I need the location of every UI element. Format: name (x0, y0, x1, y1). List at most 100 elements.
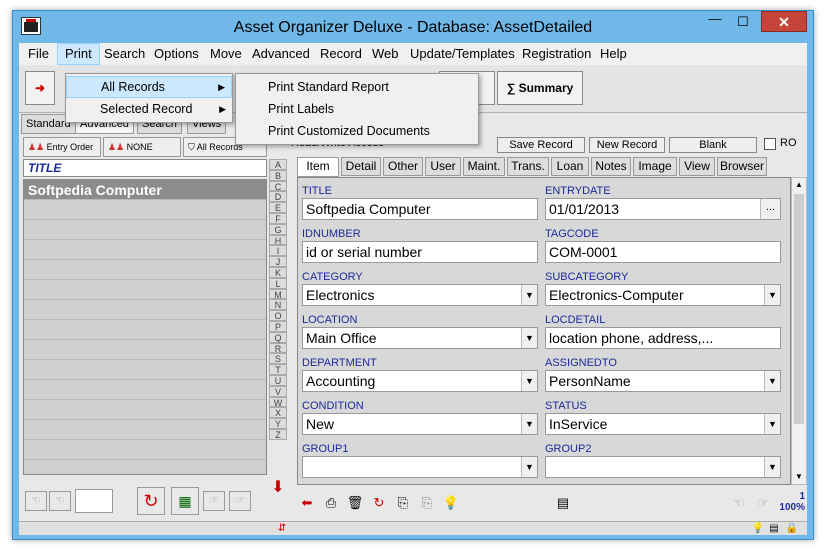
menu-update-templates[interactable]: Update/Templates (403, 43, 522, 65)
new-record-button[interactable]: New Record (589, 137, 665, 153)
chevron-down-icon[interactable]: ▼ (521, 328, 537, 348)
list-item[interactable] (24, 300, 266, 320)
group2-select[interactable]: ▼ (545, 456, 781, 478)
summary-button[interactable]: ∑ Summary (497, 71, 583, 105)
chevron-down-icon[interactable]: ▼ (521, 457, 537, 477)
status-select[interactable]: InService ▼ (545, 413, 781, 435)
location-select[interactable]: Main Office ▼ (302, 327, 538, 349)
prev-record-icon[interactable]: ☜ (49, 491, 71, 511)
alpha-a[interactable]: A (269, 159, 287, 170)
menu-print-labels[interactable]: Print Labels (236, 98, 478, 120)
blank-button[interactable]: Blank (669, 137, 757, 153)
alpha-k[interactable]: K (269, 266, 287, 278)
refresh-icon[interactable]: ↻ (137, 487, 165, 515)
menu-options[interactable]: Options (147, 43, 206, 65)
document-icon[interactable]: ▤ (767, 522, 781, 536)
close-button[interactable]: ✕ (761, 11, 807, 32)
alpha-u[interactable]: U (269, 374, 287, 386)
idnumber-field[interactable]: id or serial number (302, 241, 538, 263)
tagcode-field[interactable]: COM-0001 (545, 241, 781, 263)
maximize-button[interactable]: ☐ (731, 13, 755, 31)
alpha-g[interactable]: G (269, 223, 287, 235)
ro-checkbox[interactable] (764, 138, 776, 150)
list-item[interactable] (24, 220, 266, 240)
menu-move[interactable]: Move (203, 43, 249, 65)
assignedto-select[interactable]: PersonName ▼ (545, 370, 781, 392)
tab-notes[interactable]: Notes (591, 157, 631, 176)
chevron-down-icon[interactable]: ▼ (764, 457, 780, 477)
title-field[interactable]: Softpedia Computer (302, 198, 538, 220)
hint-icon[interactable]: 💡 (751, 522, 765, 536)
list-item[interactable]: Softpedia Computer (24, 180, 266, 200)
next-record-icon[interactable]: ☞ (203, 491, 225, 511)
chevron-down-icon[interactable]: ▼ (521, 285, 537, 305)
exit-icon[interactable]: ➜ (25, 71, 55, 105)
menu-help[interactable]: Help (593, 43, 634, 65)
list-item[interactable] (24, 320, 266, 340)
locdetail-field[interactable]: location phone, address,... (545, 327, 781, 349)
none-button[interactable]: ♟♟ NONE (103, 137, 181, 157)
alpha-w[interactable]: W (269, 396, 287, 407)
alpha-p[interactable]: P (269, 320, 287, 332)
tab-browser[interactable]: Browser (717, 157, 767, 176)
lock-icon[interactable]: 🔒 (785, 522, 799, 536)
alpha-h[interactable]: H (269, 234, 287, 245)
alpha-o[interactable]: O (269, 310, 287, 321)
list-item[interactable] (24, 420, 266, 440)
delete-icon[interactable]: 🗑 (345, 493, 365, 513)
sync-icon[interactable]: ⇵ (275, 522, 289, 536)
list-item[interactable] (24, 440, 266, 460)
menu-print[interactable]: Print (57, 43, 100, 65)
refresh-icon[interactable]: ↻ (369, 493, 389, 513)
menu-all-records[interactable]: All Records ▶ (66, 76, 232, 98)
chevron-down-icon[interactable]: ▼ (764, 414, 780, 434)
chevron-down-icon[interactable]: ▼ (764, 371, 780, 391)
menu-web[interactable]: Web (365, 43, 406, 65)
menu-search[interactable]: Search (97, 43, 152, 65)
subcategory-select[interactable]: Electronics-Computer ▼ (545, 284, 781, 306)
list-item[interactable] (24, 380, 266, 400)
chevron-down-icon[interactable]: ▼ (521, 414, 537, 434)
menu-selected-record[interactable]: Selected Record ▶ (66, 98, 232, 120)
group1-select[interactable]: ▼ (302, 456, 538, 478)
menu-print-standard-report[interactable]: Print Standard Report (236, 76, 478, 98)
category-select[interactable]: Electronics ▼ (302, 284, 538, 306)
tab-user[interactable]: User (425, 157, 461, 176)
menu-file[interactable]: File (21, 43, 56, 65)
tab-image[interactable]: Image (633, 157, 677, 176)
menu-print-customized-documents[interactable]: Print Customized Documents (236, 120, 478, 142)
tab-other[interactable]: Other (383, 157, 423, 176)
abc-icon[interactable]: ▦ (171, 487, 199, 515)
paste-record-icon[interactable]: ⎘ (417, 493, 437, 513)
alpha-v[interactable]: V (269, 385, 287, 397)
tab-detail[interactable]: Detail (341, 157, 381, 176)
copy-record-icon[interactable]: ⎘ (393, 493, 413, 513)
alpha-t[interactable]: T (269, 364, 287, 375)
print-icon[interactable]: ⎙ (321, 493, 341, 513)
tab-view[interactable]: View (679, 157, 715, 176)
tab-trans[interactable]: Trans. (507, 157, 549, 176)
detail-scrollbar[interactable]: ▲ ▼ (791, 177, 807, 485)
department-select[interactable]: Accounting ▼ (302, 370, 538, 392)
chevron-down-icon[interactable]: ▼ (521, 371, 537, 391)
alpha-j[interactable]: J (269, 256, 287, 267)
alpha-b[interactable]: B (269, 169, 287, 181)
report-icon[interactable]: ▤ (553, 493, 573, 513)
lightbulb-icon[interactable]: 💡 (441, 493, 461, 513)
list-item[interactable] (24, 200, 266, 220)
next-record-icon[interactable]: ☞ (753, 493, 773, 513)
alpha-r[interactable]: R (269, 342, 287, 353)
list-item[interactable] (24, 260, 266, 280)
alpha-z[interactable]: Z (269, 428, 287, 440)
scroll-up-icon[interactable]: ▲ (792, 178, 806, 192)
goto-input[interactable] (75, 489, 113, 513)
alpha-d[interactable]: D (269, 191, 287, 202)
menu-advanced[interactable]: Advanced (245, 43, 317, 65)
list-item[interactable] (24, 400, 266, 420)
alpha-x[interactable]: X (269, 407, 287, 418)
date-picker-button[interactable]: ... (760, 199, 780, 219)
alpha-y[interactable]: Y (269, 418, 287, 429)
first-record-icon[interactable]: ☜ (25, 491, 47, 511)
tab-maint[interactable]: Maint. (463, 157, 505, 176)
down-arrow-icon[interactable]: ⬇ (269, 477, 287, 499)
